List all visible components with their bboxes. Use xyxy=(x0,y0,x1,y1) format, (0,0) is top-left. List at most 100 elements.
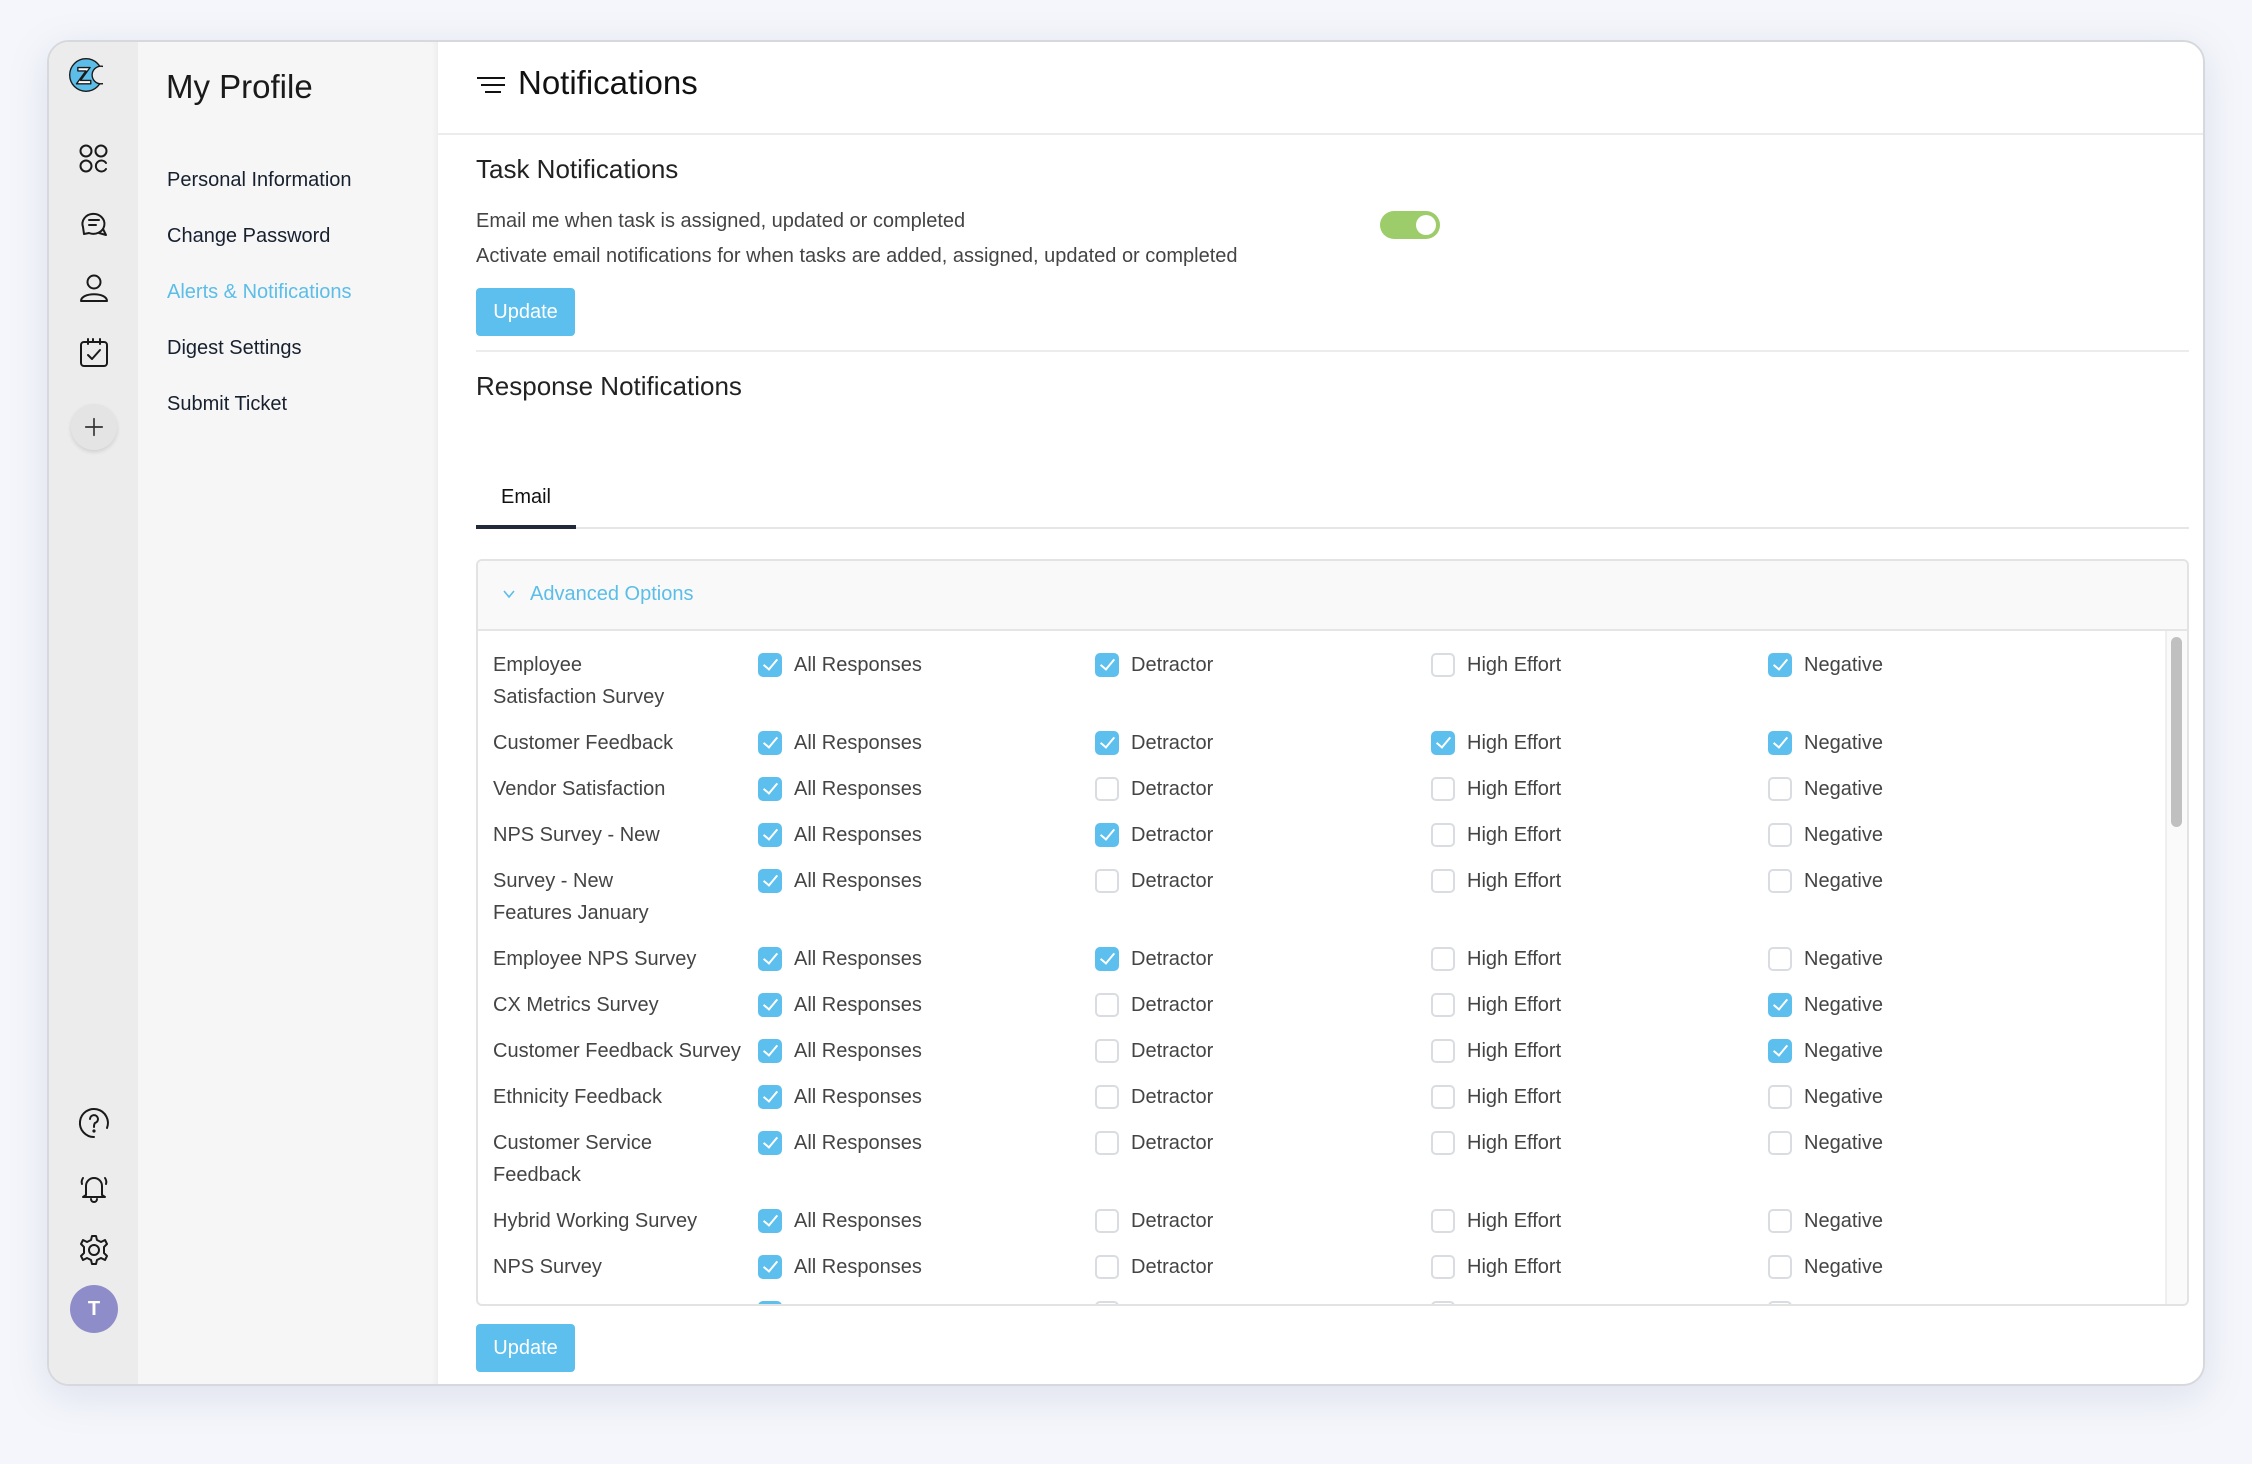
all-responses-checkbox[interactable]: All Responses xyxy=(758,823,922,847)
checkbox-label: High Effort xyxy=(1467,1255,1562,1278)
checkbox-checked-icon xyxy=(758,777,782,801)
checkbox-label: All Responses xyxy=(794,823,922,846)
user-icon[interactable] xyxy=(74,268,114,308)
checkbox-label: All Responses xyxy=(794,947,922,970)
negative-checkbox[interactable]: Negative xyxy=(1768,947,1883,971)
negative-checkbox[interactable]: Negative xyxy=(1768,869,1883,893)
all-responses-checkbox[interactable]: All Responses xyxy=(758,731,922,755)
negative-checkbox[interactable]: Negative xyxy=(1768,777,1883,801)
detractor-checkbox[interactable]: Detractor xyxy=(1095,653,1213,677)
task-email-toggle[interactable] xyxy=(1380,211,1440,239)
survey-row: Customer Feedback All Responses Detractor H… xyxy=(478,727,2163,773)
detractor-checkbox[interactable]: Detractor xyxy=(1095,1209,1213,1233)
settings-icon[interactable] xyxy=(74,1230,114,1270)
negative-checkbox[interactable]: Negative xyxy=(1768,1301,1883,1304)
all-responses-checkbox[interactable]: All Responses xyxy=(758,1131,922,1155)
bell-icon[interactable] xyxy=(74,1167,114,1207)
sidebar-item-personal-information[interactable]: Personal Information xyxy=(167,152,352,208)
detractor-checkbox[interactable]: Detractor xyxy=(1095,1255,1213,1279)
icon-rail: T xyxy=(49,42,138,1384)
help-icon[interactable] xyxy=(74,1103,114,1143)
high-effort-checkbox[interactable]: High Effort xyxy=(1431,777,1561,801)
high-effort-checkbox[interactable]: High Effort xyxy=(1431,993,1561,1017)
all-responses-checkbox[interactable]: All Responses xyxy=(758,1301,922,1304)
checkbox-label: Negative xyxy=(1804,1131,1883,1154)
high-effort-checkbox[interactable]: High Effort xyxy=(1431,1209,1561,1233)
checkbox-label: All Responses xyxy=(794,653,922,676)
response-update-button[interactable]: Update xyxy=(476,1324,575,1372)
negative-checkbox[interactable]: Negative xyxy=(1768,1255,1883,1279)
advanced-options-toggle[interactable]: Advanced Options xyxy=(478,561,2187,631)
checkbox-unchecked-icon xyxy=(1431,777,1455,801)
all-responses-checkbox[interactable]: All Responses xyxy=(758,947,922,971)
sidebar-item-submit-ticket[interactable]: Submit Ticket xyxy=(167,376,352,432)
detractor-checkbox[interactable]: Detractor xyxy=(1095,823,1213,847)
add-button[interactable] xyxy=(71,404,117,450)
detractor-checkbox[interactable]: Detractor xyxy=(1095,1039,1213,1063)
detractor-checkbox[interactable]: Detractor xyxy=(1095,777,1213,801)
checkbox-label: Detractor xyxy=(1131,993,1214,1016)
active-tab-indicator xyxy=(476,525,576,529)
detractor-checkbox[interactable]: Detractor xyxy=(1095,1085,1213,1109)
detractor-checkbox[interactable]: Detractor xyxy=(1095,1301,1213,1304)
all-responses-checkbox[interactable]: All Responses xyxy=(758,653,922,677)
checkbox-label: Detractor xyxy=(1131,777,1214,800)
survey-options: All Responses Detractor High Effort Negativ… xyxy=(746,649,2163,681)
sidebar-item-digest-settings[interactable]: Digest Settings xyxy=(167,320,352,376)
all-responses-checkbox[interactable]: All Responses xyxy=(758,1039,922,1063)
high-effort-checkbox[interactable]: High Effort xyxy=(1431,731,1561,755)
all-responses-checkbox[interactable]: All Responses xyxy=(758,1209,922,1233)
calendar-check-icon[interactable] xyxy=(74,333,114,373)
high-effort-checkbox[interactable]: High Effort xyxy=(1431,947,1561,971)
zonka-logo-icon[interactable] xyxy=(69,58,103,92)
high-effort-checkbox[interactable]: High Effort xyxy=(1431,653,1561,677)
high-effort-checkbox[interactable]: High Effort xyxy=(1431,1039,1561,1063)
chevron-down-icon xyxy=(503,590,515,599)
checkbox-label: All Responses xyxy=(794,993,922,1016)
scrollbar-thumb[interactable] xyxy=(2171,637,2182,827)
negative-checkbox[interactable]: Negative xyxy=(1768,731,1883,755)
conversations-icon[interactable] xyxy=(74,204,114,244)
detractor-checkbox[interactable]: Detractor xyxy=(1095,1131,1213,1155)
detractor-checkbox[interactable]: Detractor xyxy=(1095,947,1213,971)
all-responses-checkbox[interactable]: All Responses xyxy=(758,777,922,801)
dashboard-icon[interactable] xyxy=(74,139,114,179)
user-avatar[interactable]: T xyxy=(70,1285,118,1333)
all-responses-checkbox[interactable]: All Responses xyxy=(758,993,922,1017)
menu-icon[interactable] xyxy=(476,75,506,97)
all-responses-checkbox[interactable]: All Responses xyxy=(758,869,922,893)
sidebar-item-alerts-notifications[interactable]: Alerts & Notifications xyxy=(167,264,352,320)
survey-row: CX Metrics Survey All Responses Detractor H… xyxy=(478,989,2163,1035)
checkbox-checked-icon xyxy=(758,1085,782,1109)
negative-checkbox[interactable]: Negative xyxy=(1768,1085,1883,1109)
survey-name: Employee NPS Survey xyxy=(493,948,697,970)
detractor-checkbox[interactable]: Detractor xyxy=(1095,731,1213,755)
all-responses-checkbox[interactable]: All Responses xyxy=(758,1255,922,1279)
high-effort-checkbox[interactable]: High Effort xyxy=(1431,869,1561,893)
survey-options: All Responses Detractor High Effort Negativ… xyxy=(746,1251,2163,1283)
all-responses-checkbox[interactable]: All Responses xyxy=(758,1085,922,1109)
checkbox-label: Negative xyxy=(1804,1255,1883,1278)
checkbox-label: All Responses xyxy=(794,1209,922,1232)
high-effort-checkbox[interactable]: High Effort xyxy=(1431,823,1561,847)
negative-checkbox[interactable]: Negative xyxy=(1768,653,1883,677)
high-effort-checkbox[interactable]: High Effort xyxy=(1431,1255,1561,1279)
high-effort-checkbox[interactable]: High Effort xyxy=(1431,1131,1561,1155)
sidebar-item-change-password[interactable]: Change Password xyxy=(167,208,352,264)
checkbox-checked-icon xyxy=(1768,653,1792,677)
high-effort-checkbox[interactable]: High Effort xyxy=(1431,1301,1561,1304)
toggle-knob xyxy=(1416,215,1436,235)
detractor-checkbox[interactable]: Detractor xyxy=(1095,993,1213,1017)
negative-checkbox[interactable]: Negative xyxy=(1768,1209,1883,1233)
scrollbar-track[interactable] xyxy=(2165,631,2187,1304)
tab-email[interactable]: Email xyxy=(476,469,576,529)
task-update-button[interactable]: Update xyxy=(476,288,575,336)
negative-checkbox[interactable]: Negative xyxy=(1768,1131,1883,1155)
checkbox-checked-icon xyxy=(758,1255,782,1279)
negative-checkbox[interactable]: Negative xyxy=(1768,1039,1883,1063)
negative-checkbox[interactable]: Negative xyxy=(1768,993,1883,1017)
checkbox-unchecked-icon xyxy=(1095,1131,1119,1155)
high-effort-checkbox[interactable]: High Effort xyxy=(1431,1085,1561,1109)
negative-checkbox[interactable]: Negative xyxy=(1768,823,1883,847)
detractor-checkbox[interactable]: Detractor xyxy=(1095,869,1213,893)
